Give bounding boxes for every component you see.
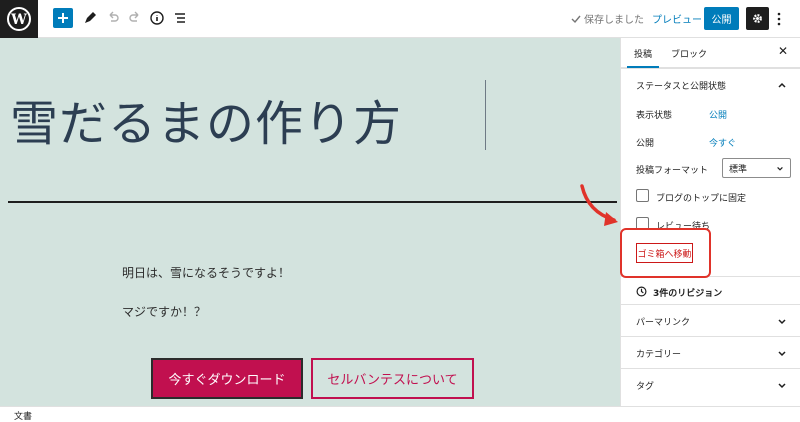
history-icon <box>636 286 647 297</box>
save-status-text: 保存しました <box>584 15 644 26</box>
gear-icon <box>753 14 762 23</box>
wordpress-logo-icon[interactable]: W <box>0 0 38 38</box>
publish-date-link[interactable]: 今すぐ <box>709 136 736 149</box>
download-button[interactable]: 今すぐダウンロード <box>151 358 303 399</box>
list-view-icon[interactable] <box>170 8 190 28</box>
top-toolbar: W 保存しました プレビュー 公開 <box>0 0 800 38</box>
revisions-label: 3件のリビジョン <box>653 289 723 299</box>
post-title[interactable]: 雪だるまの作り方 <box>10 84 402 154</box>
chevron-down-icon <box>778 319 786 325</box>
settings-button[interactable] <box>746 7 769 30</box>
chevron-down-icon <box>778 351 786 357</box>
paragraph-block[interactable]: マジですか！？ <box>122 303 206 320</box>
permalink-panel-header[interactable]: パーマリンク <box>621 304 800 336</box>
status-panel-title: ステータスと公開状態 <box>636 82 727 92</box>
undo-icon[interactable] <box>103 8 123 28</box>
checkmark-icon <box>571 15 581 23</box>
tags-panel-header[interactable]: タグ <box>621 368 800 406</box>
close-icon[interactable]: ✕ <box>778 44 788 58</box>
editor-canvas[interactable]: 雪だるまの作り方 明日は、雪になるそうですよ！ マジですか！？ 今すぐダウンロー… <box>0 38 620 406</box>
sidebar-tabs: 投稿 ブロック ✕ <box>621 38 800 68</box>
settings-sidebar: 投稿 ブロック ✕ ステータスと公開状態 表示状態 公開 公開 今すぐ 投稿フォ… <box>620 38 800 406</box>
status-bar: 文書 <box>0 406 800 422</box>
annotation-highlight-box <box>620 228 711 278</box>
categories-panel-title: カテゴリー <box>636 350 682 360</box>
chevron-up-icon <box>778 82 786 88</box>
plus-icon <box>58 13 68 23</box>
annotation-arrow-icon <box>580 184 618 226</box>
svg-text:W: W <box>10 12 27 28</box>
pencil-icon[interactable] <box>80 8 100 28</box>
format-select[interactable]: 標準 <box>722 158 791 178</box>
chevron-down-icon <box>778 383 786 389</box>
sticky-checkbox[interactable] <box>636 189 649 202</box>
breadcrumb-document[interactable]: 文書 <box>14 409 32 422</box>
redo-icon[interactable] <box>125 8 145 28</box>
permalink-panel-title: パーマリンク <box>636 318 691 328</box>
add-block-button[interactable] <box>53 8 73 28</box>
visibility-link[interactable]: 公開 <box>709 108 727 121</box>
status-panel-header[interactable]: ステータスと公開状態 <box>621 68 800 100</box>
visibility-label: 表示状態 <box>636 111 673 121</box>
kebab-menu-icon[interactable] <box>773 9 785 29</box>
sticky-label: ブログのトップに固定 <box>656 194 747 204</box>
about-cervantes-button[interactable]: セルバンテスについて <box>311 358 474 399</box>
categories-panel-header[interactable]: カテゴリー <box>621 336 800 368</box>
format-label: 投稿フォーマット <box>636 166 709 176</box>
publish-button[interactable]: 公開 <box>704 7 739 30</box>
publish-label: 公開 <box>636 139 655 149</box>
info-icon[interactable] <box>147 8 167 28</box>
chevron-down-icon <box>777 166 783 171</box>
text-caret <box>485 80 486 150</box>
revisions-panel[interactable]: 3件のリビジョン <box>621 276 800 304</box>
tab-post[interactable]: 投稿 <box>634 47 652 60</box>
tab-block[interactable]: ブロック <box>671 47 707 60</box>
format-select-value: 標準 <box>729 164 748 175</box>
preview-button[interactable]: プレビュー <box>652 11 702 26</box>
paragraph-block[interactable]: 明日は、雪になるそうですよ！ <box>122 264 290 281</box>
save-status: 保存しました <box>571 11 644 26</box>
separator-block[interactable] <box>8 201 617 203</box>
tags-panel-title: タグ <box>636 382 655 392</box>
